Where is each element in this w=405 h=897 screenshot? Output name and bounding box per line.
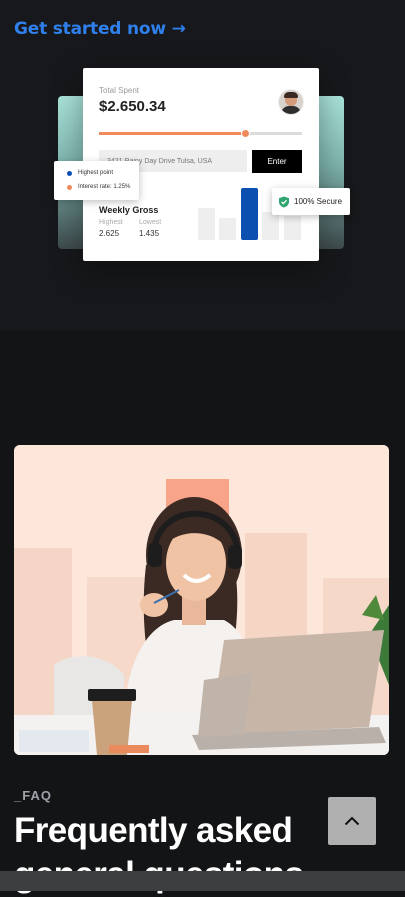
avatar <box>278 89 304 115</box>
chevron-up-icon <box>344 816 360 826</box>
hero-section: Get started now → Total Spent $2.650.34 … <box>0 0 405 331</box>
bar <box>262 212 279 240</box>
dot-icon <box>67 184 72 190</box>
slider-fill <box>99 132 246 135</box>
lowest-stat: Lowest 1.435 <box>139 219 161 238</box>
bar <box>198 208 215 240</box>
enter-button[interactable]: Enter <box>252 150 302 173</box>
bottom-bar <box>0 871 405 891</box>
bar <box>219 218 236 240</box>
dot-icon <box>67 170 72 176</box>
secure-badge: 100% Secure <box>272 188 350 215</box>
photo-illustration <box>14 445 389 755</box>
secure-label: 100% Secure <box>294 197 343 206</box>
highest-stat: Highest 2.625 <box>99 219 123 238</box>
highest-stat-label: Highest <box>99 219 123 226</box>
spending-slider[interactable] <box>99 129 302 138</box>
shield-check-icon <box>279 196 289 207</box>
support-agent-photo <box>14 445 389 755</box>
legend-highest-label: Highest point <box>78 170 114 176</box>
bar-highlighted <box>241 188 258 240</box>
faq-eyebrow: _FAQ <box>14 788 52 803</box>
legend-interest: Interest rate: 1.25% <box>67 184 130 190</box>
bar <box>284 216 301 240</box>
highest-stat-value: 2.625 <box>99 229 120 238</box>
legend-interest-label: Interest rate: 1.25% <box>78 184 131 190</box>
lowest-stat-label: Lowest <box>139 219 162 226</box>
chart-legend-popup: Highest point Interest rate: 1.25% <box>54 161 139 200</box>
total-spent-value: $2.650.34 <box>99 98 166 115</box>
get-started-link[interactable]: Get started now → <box>14 19 186 39</box>
lowest-stat-value: 1.435 <box>139 229 160 238</box>
slider-handle[interactable] <box>241 129 251 138</box>
weekly-gross-title: Weekly Gross <box>99 205 159 215</box>
scroll-to-top-button[interactable] <box>328 797 376 845</box>
total-spent-label: Total Spent <box>99 86 140 95</box>
legend-highest: Highest point <box>67 170 113 176</box>
